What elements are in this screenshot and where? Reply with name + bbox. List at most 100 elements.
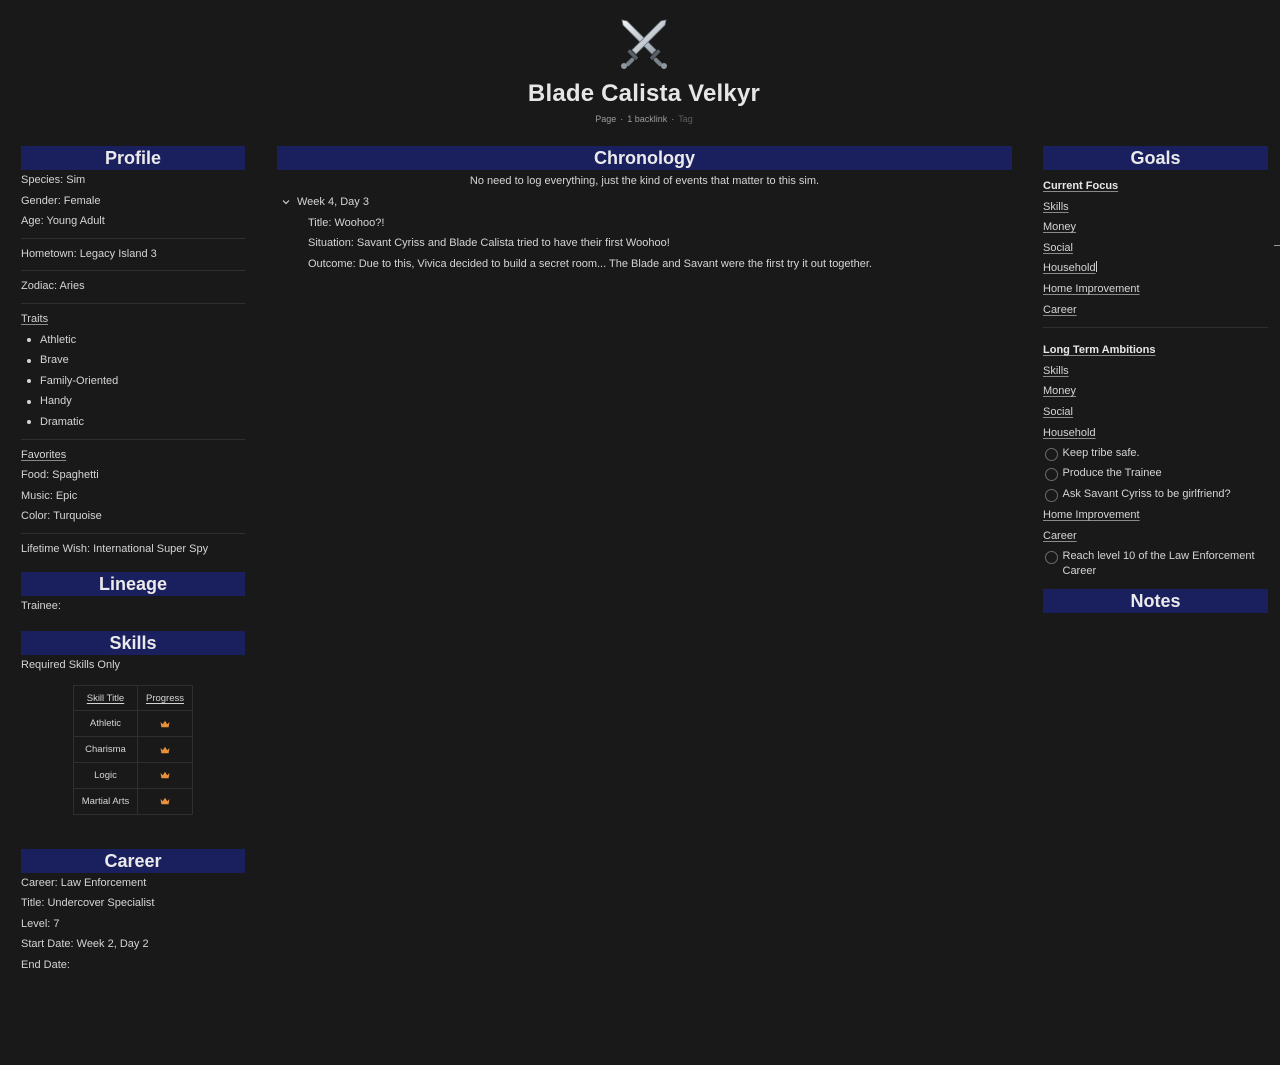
- career-level-text: Level: 7: [21, 917, 60, 930]
- focus-home-improvement-link[interactable]: Home Improvement: [1043, 283, 1140, 295]
- divider: [1043, 327, 1268, 329]
- ambition-home-improvement-link[interactable]: Home Improvement: [1043, 509, 1140, 521]
- separator-dot: ·: [620, 114, 624, 124]
- start-date-text: Start Date: Week 2, Day 2: [21, 938, 149, 951]
- career-header: Career: [21, 848, 245, 873]
- career-title-text: Title: Undercover Specialist: [21, 897, 155, 910]
- skills-table: Skill Title Progress Athletic Charisma L…: [72, 684, 194, 815]
- todo-item: Produce the Trainee: [1043, 464, 1268, 485]
- long-term-ambitions-link[interactable]: Long Term Ambitions: [1043, 344, 1155, 356]
- todo-text: Ask Savant Cyriss to be girlfriend?: [1062, 487, 1231, 500]
- entry-outcome: Outcome: Due to this, Vivica decided to …: [308, 257, 872, 270]
- food-text: Food: Spaghetti: [21, 469, 99, 482]
- table-row: Athletic: [72, 710, 194, 738]
- column-header-skill-title[interactable]: Skill Title: [72, 684, 138, 712]
- list-item: Athletic: [21, 330, 245, 351]
- ambition-household-link[interactable]: Household: [1043, 427, 1096, 439]
- crown-icon: [160, 772, 170, 779]
- profile-header: Profile: [21, 146, 245, 170]
- scroll-indicator: [1274, 245, 1280, 246]
- todo-item: Keep tribe safe.: [1043, 443, 1268, 464]
- table-cell: Athletic: [72, 710, 138, 738]
- focus-household-link[interactable]: Household: [1043, 262, 1096, 274]
- focus-career-link[interactable]: Career: [1043, 304, 1077, 316]
- divider: [21, 237, 245, 239]
- skills-note: Required Skills Only: [21, 659, 121, 672]
- crossed-swords-icon[interactable]: [616, 16, 672, 72]
- todo-text: Keep tribe safe.: [1062, 446, 1140, 459]
- entry-situation: Situation: Savant Cyriss and Blade Calis…: [308, 237, 670, 250]
- list-item: Brave: [21, 350, 245, 371]
- lifetime-wish-text: Lifetime Wish: International Super Spy: [21, 542, 209, 555]
- goals-header: Goals: [1043, 146, 1268, 170]
- divider: [21, 270, 245, 272]
- species-text: Species: Sim: [21, 174, 86, 186]
- age-text: Age: Young Adult: [21, 215, 105, 228]
- table-row: Logic: [72, 762, 194, 789]
- list-item: Dramatic: [21, 412, 245, 433]
- table-cell: Martial Arts: [72, 787, 138, 815]
- page-meta: Page · 1 backlink · Tag: [0, 114, 1280, 124]
- crown-icon: [160, 746, 170, 753]
- backlinks-link[interactable]: 1 backlink: [627, 114, 667, 124]
- chronology-header: Chronology: [277, 146, 1012, 170]
- traits-link[interactable]: Traits: [21, 313, 48, 325]
- table-cell: Logic: [72, 762, 138, 789]
- gender-text: Gender: Female: [21, 194, 101, 207]
- column-header-progress[interactable]: Progress: [136, 684, 194, 712]
- toggle-block[interactable]: Week 4, Day 3: [277, 192, 1012, 213]
- divider: [21, 438, 245, 440]
- end-date-text: End Date:: [21, 959, 70, 972]
- lineage-header: Lineage: [21, 571, 245, 596]
- todo-checkbox[interactable]: [1044, 550, 1058, 564]
- table-row: Charisma: [72, 736, 194, 764]
- page-type-label[interactable]: Page: [595, 114, 616, 124]
- color-text: Color: Turquoise: [21, 510, 102, 523]
- current-focus-link[interactable]: Current Focus: [1043, 180, 1118, 192]
- focus-money-link[interactable]: Money: [1043, 221, 1076, 233]
- left-column: Profile Species: Sim Gender: Female Age:…: [21, 146, 245, 976]
- tag-button[interactable]: Tag: [678, 114, 693, 124]
- todo-checkbox[interactable]: [1044, 468, 1058, 482]
- focus-skills-link[interactable]: Skills: [1043, 201, 1069, 213]
- list-item: Handy: [21, 391, 245, 412]
- table-cell: [136, 787, 194, 815]
- middle-column: Chronology No need to log everything, ju…: [277, 146, 1012, 274]
- divider: [21, 302, 245, 304]
- ambition-skills-link[interactable]: Skills: [1043, 365, 1069, 377]
- notes-header: Notes: [1043, 588, 1268, 613]
- favorites-link[interactable]: Favorites: [21, 449, 66, 461]
- table-header-row: Skill Title Progress: [72, 684, 194, 712]
- table-cell: Charisma: [72, 736, 138, 764]
- traits-list: Athletic Brave Family-Oriented Handy Dra…: [21, 330, 245, 433]
- skills-header: Skills: [21, 631, 245, 656]
- todo-text: Produce the Trainee: [1062, 467, 1162, 480]
- chronology-description: No need to log everything, just the kind…: [469, 175, 820, 187]
- todo-checkbox[interactable]: [1044, 447, 1058, 461]
- hometown-text: Hometown: Legacy Island 3: [21, 247, 157, 260]
- crown-icon: [160, 720, 170, 728]
- todo-item: Ask Savant Cyriss to be girlfriend?: [1043, 484, 1268, 505]
- entry-title: Title: Woohoo?!: [308, 216, 385, 229]
- career-text: Career: Law Enforcement: [21, 876, 147, 889]
- ambition-career-link[interactable]: Career: [1043, 530, 1077, 542]
- focus-social-link[interactable]: Social: [1043, 242, 1073, 254]
- list-item: Family-Oriented: [21, 371, 245, 392]
- separator-dot: ·: [671, 114, 675, 124]
- right-column: Goals Current Focus Skills Money Social …: [1043, 146, 1268, 613]
- table-cell: [136, 762, 194, 789]
- crown-icon: [160, 798, 170, 805]
- table-row: Martial Arts: [72, 787, 194, 815]
- ambition-social-link[interactable]: Social: [1043, 406, 1073, 418]
- todo-checkbox[interactable]: [1044, 488, 1058, 502]
- table-cell: [136, 736, 194, 764]
- text-caret: [1095, 261, 1097, 273]
- toggle-label: Week 4, Day 3: [297, 196, 369, 208]
- todo-item: Reach level 10 of the Law Enforcement Ca…: [1043, 546, 1268, 580]
- table-cell: [136, 710, 194, 738]
- chevron-down-icon[interactable]: [281, 197, 291, 207]
- divider: [21, 532, 245, 534]
- page-title[interactable]: Blade Calista Velkyr: [0, 80, 1280, 108]
- ambition-money-link[interactable]: Money: [1043, 385, 1076, 397]
- todo-text: Reach level 10 of the Law Enforcement Ca…: [1062, 549, 1255, 578]
